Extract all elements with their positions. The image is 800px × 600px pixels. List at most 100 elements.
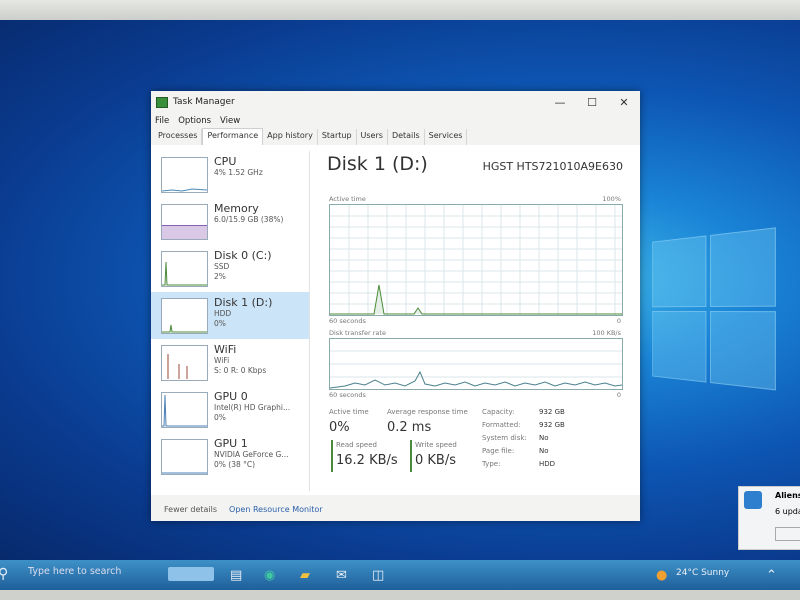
resource-list: CPU 4% 1.52 GHz Memory 6.0/15.9 GB (38%) — [151, 151, 310, 491]
avg-response-label: Average response time — [387, 408, 468, 416]
resource-name: Disk 1 (D:) — [214, 296, 273, 309]
disk-1-thumbnail-graph — [161, 298, 208, 334]
tab-strip: Processes Performance App history Startu… — [151, 128, 640, 146]
tab-processes[interactable]: Processes — [154, 129, 203, 145]
transfer-rate-graph-label: Disk transfer rate — [329, 329, 386, 337]
disk-model: HGST HTS721010A9E630 — [482, 160, 623, 173]
footer-bar: Fewer details Open Resource Monitor — [151, 499, 640, 519]
taskbar: ⚲ Type here to search ▤ ◉ ▰ ✉ ◫ ● 24°C S… — [0, 560, 800, 590]
mail-icon[interactable]: ✉ — [336, 568, 347, 583]
resource-usage: 0% — [214, 319, 226, 328]
taskbar-search-box[interactable]: Type here to search — [28, 566, 121, 577]
active-time-graph-label: Active time — [329, 195, 366, 203]
resource-disk-1[interactable]: Disk 1 (D:) HDD 0% — [151, 292, 309, 339]
notification-toast[interactable]: Aliens 6 upda — [738, 486, 800, 550]
close-button[interactable]: ✕ — [608, 96, 640, 109]
resource-detail: SSD — [214, 262, 230, 271]
write-speed-value: 0 KB/s — [415, 453, 456, 468]
edge-icon[interactable]: ◉ — [264, 568, 275, 583]
notification-tray-icon[interactable]: ⌃ — [766, 568, 777, 583]
monitor-bezel-top — [0, 0, 800, 22]
resource-gpu-0[interactable]: GPU 0 Intel(R) HD Graphi... 0% — [151, 386, 309, 433]
resource-detail: HDD — [214, 309, 232, 318]
resource-name: WiFi — [214, 343, 237, 356]
tab-details[interactable]: Details — [388, 129, 425, 145]
active-time-label: Active time — [329, 408, 369, 416]
weather-text[interactable]: 24°C Sunny — [676, 568, 729, 578]
avg-response-value: 0.2 ms — [387, 420, 432, 435]
prop-type: Type: HDD — [482, 460, 556, 468]
fewer-details-button[interactable]: Fewer details — [164, 505, 217, 514]
write-speed-marker — [410, 440, 412, 472]
file-explorer-icon[interactable]: ▰ — [300, 568, 310, 583]
title-bar[interactable]: Task Manager — ☐ ✕ — [151, 91, 640, 113]
gpu-1-thumbnail-graph — [161, 439, 208, 475]
resource-name: GPU 1 — [214, 437, 248, 450]
transfer-rate-graph — [329, 338, 623, 390]
tab-app-history[interactable]: App history — [263, 129, 318, 145]
resource-wifi[interactable]: WiFi WiFi S: 0 R: 0 Kbps — [151, 339, 309, 386]
resource-usage: S: 0 R: 0 Kbps — [214, 366, 267, 375]
active-time-graph-min: 0 — [616, 317, 621, 325]
resource-cpu[interactable]: CPU 4% 1.52 GHz — [151, 151, 309, 198]
menu-file[interactable]: File — [155, 116, 169, 126]
tab-services[interactable]: Services — [425, 129, 468, 145]
resource-detail: 4% 1.52 GHz — [214, 168, 263, 177]
resource-detail: WiFi — [214, 356, 230, 365]
task-manager-window: Task Manager — ☐ ✕ File Options View Pro… — [151, 91, 640, 521]
active-time-graph-span: 60 seconds — [329, 317, 366, 325]
cpu-thumbnail-graph — [161, 157, 208, 193]
resource-name: CPU — [214, 155, 237, 168]
task-manager-icon — [156, 96, 168, 108]
maximize-button[interactable]: ☐ — [576, 96, 608, 109]
active-time-graph — [329, 204, 623, 316]
update-icon — [744, 491, 762, 509]
store-icon[interactable]: ◫ — [372, 568, 384, 583]
weather-icon: ● — [656, 568, 668, 583]
wifi-thumbnail-graph — [161, 345, 208, 381]
resource-usage: 0% — [214, 413, 226, 422]
disk-0-thumbnail-graph — [161, 251, 208, 287]
cortana-icon[interactable] — [168, 567, 214, 581]
prop-capacity: Capacity: 932 GB — [482, 408, 565, 416]
minimize-button[interactable]: — — [544, 96, 576, 109]
prop-formatted: Formatted: 932 GB — [482, 421, 565, 429]
toast-title: Aliens — [775, 491, 800, 500]
toast-text: 6 upda — [775, 507, 800, 516]
resource-detail: NVIDIA GeForce G... — [214, 450, 289, 459]
disk-detail-pane: Disk 1 (D:) HGST HTS721010A9E630 Active … — [327, 151, 627, 491]
resource-name: Memory — [214, 202, 259, 215]
active-time-value: 0% — [329, 420, 350, 435]
prop-page-file: Page file: No — [482, 447, 549, 455]
disk-stats: Active time 0% Average response time 0.2… — [327, 396, 627, 486]
search-icon[interactable]: ⚲ — [0, 566, 8, 582]
menu-view[interactable]: View — [220, 116, 240, 126]
performance-panel: CPU 4% 1.52 GHz Memory 6.0/15.9 GB (38%) — [151, 145, 640, 495]
resource-memory[interactable]: Memory 6.0/15.9 GB (38%) — [151, 198, 309, 245]
read-speed-value: 16.2 KB/s — [336, 453, 398, 468]
task-view-icon[interactable]: ▤ — [230, 568, 242, 583]
tab-users[interactable]: Users — [357, 129, 388, 145]
window-title: Task Manager — [173, 97, 235, 107]
resource-detail: 6.0/15.9 GB (38%) — [214, 215, 284, 224]
resource-gpu-1[interactable]: GPU 1 NVIDIA GeForce G... 0% (38 °C) — [151, 433, 309, 480]
tab-startup[interactable]: Startup — [318, 129, 357, 145]
resource-detail: Intel(R) HD Graphi... — [214, 403, 291, 412]
toast-button[interactable] — [775, 527, 800, 541]
memory-thumbnail-graph — [161, 204, 208, 240]
prop-system-disk: System disk: No — [482, 434, 549, 442]
resource-disk-0[interactable]: Disk 0 (C:) SSD 2% — [151, 245, 309, 292]
disk-title: Disk 1 (D:) — [327, 153, 428, 175]
open-resource-monitor-link[interactable]: Open Resource Monitor — [229, 505, 323, 514]
resource-usage: 2% — [214, 272, 226, 281]
write-speed-label: Write speed — [415, 441, 457, 449]
active-time-graph-max: 100% — [602, 195, 621, 203]
resource-name: GPU 0 — [214, 390, 248, 403]
resource-name: Disk 0 (C:) — [214, 249, 272, 262]
tab-performance[interactable]: Performance — [202, 128, 264, 145]
gpu-0-thumbnail-graph — [161, 392, 208, 428]
menu-options[interactable]: Options — [178, 116, 211, 126]
read-speed-label: Read speed — [336, 441, 377, 449]
menu-bar: File Options View — [151, 113, 640, 129]
transfer-rate-graph-max: 100 KB/s — [592, 329, 621, 337]
